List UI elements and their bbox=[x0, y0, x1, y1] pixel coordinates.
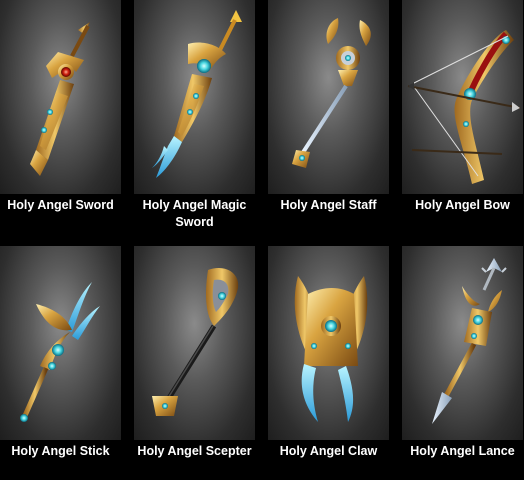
item-label: Holy Angel Bow bbox=[415, 198, 510, 212]
item-card-holy-angel-lance[interactable] bbox=[402, 246, 523, 440]
item-label: Holy Angel Staff bbox=[280, 198, 377, 212]
sword-icon bbox=[30, 22, 90, 176]
claw-icon bbox=[294, 276, 368, 422]
item-card-holy-angel-bow[interactable] bbox=[402, 0, 523, 194]
scepter-icon bbox=[152, 268, 239, 416]
item-label: Holy Angel Claw bbox=[279, 444, 378, 458]
item-label: Holy Angel Stick bbox=[11, 444, 110, 458]
item-card-holy-angel-sword[interactable] bbox=[0, 0, 121, 194]
item-label: Holy Angel Magic Sword bbox=[142, 198, 247, 229]
staff-icon bbox=[292, 18, 371, 168]
stick-icon bbox=[20, 282, 100, 422]
item-label: Holy Angel Sword bbox=[7, 198, 114, 212]
lance-icon bbox=[432, 258, 507, 424]
item-card-holy-angel-stick[interactable] bbox=[0, 246, 121, 440]
item-label: Holy Angel Scepter bbox=[137, 444, 252, 458]
magic-sword-icon bbox=[152, 10, 242, 178]
item-card-holy-angel-magic-sword[interactable] bbox=[134, 0, 255, 194]
item-label: Holy Angel Lance bbox=[410, 444, 515, 458]
item-card-holy-angel-scepter[interactable] bbox=[134, 246, 255, 440]
item-card-holy-angel-claw[interactable] bbox=[268, 246, 389, 440]
bow-icon bbox=[407, 30, 521, 184]
item-card-holy-angel-staff[interactable] bbox=[268, 0, 389, 194]
